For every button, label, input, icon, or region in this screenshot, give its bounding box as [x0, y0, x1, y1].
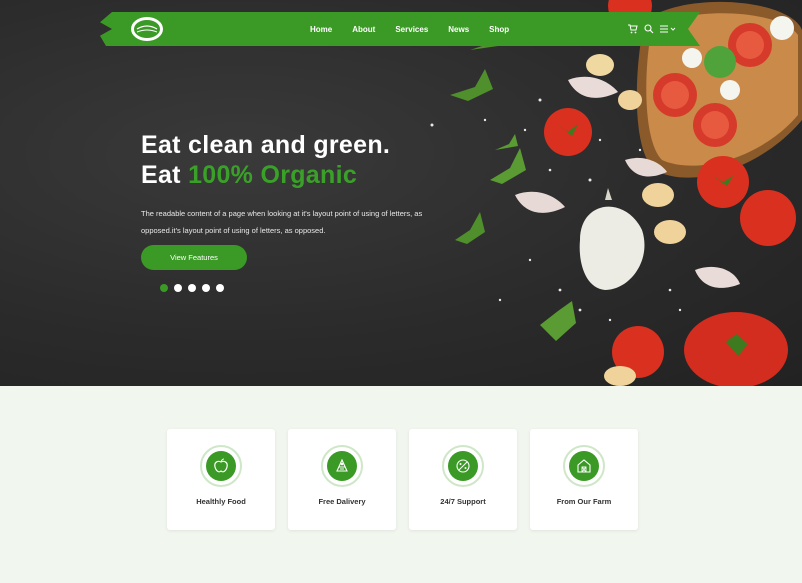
feature-badge — [442, 445, 484, 487]
feature-label: From Our Farm — [556, 497, 612, 506]
search-icon[interactable] — [644, 24, 654, 34]
view-features-button[interactable]: View Features — [141, 245, 247, 270]
slider-dot-3[interactable] — [188, 284, 196, 292]
nav-about[interactable]: About — [342, 25, 385, 34]
slider-dot-1[interactable] — [160, 284, 168, 292]
delivery-icon — [336, 458, 348, 472]
feature-badge — [200, 445, 242, 487]
feature-badge — [563, 445, 605, 487]
slider-dot-4[interactable] — [202, 284, 210, 292]
feature-label: 24/7 Support — [440, 497, 486, 506]
headline-line-2: Eat 100% Organic — [141, 160, 390, 190]
features-section: Healthly Food Free Dalivery 24/7 Support — [167, 429, 638, 530]
headline-line-1: Eat clean and green. — [141, 131, 391, 159]
slider-dot-5[interactable] — [216, 284, 224, 292]
slider-dot-2[interactable] — [174, 284, 182, 292]
nav-home[interactable]: Home — [300, 25, 342, 34]
nav-news[interactable]: News — [438, 25, 479, 34]
cart-icon[interactable] — [628, 24, 638, 34]
brand-logo[interactable] — [130, 16, 164, 42]
slider-dots — [160, 284, 224, 292]
feature-card-support[interactable]: 24/7 Support — [409, 429, 517, 530]
headline-prefix: Eat — [141, 161, 189, 189]
hero-section: Home About Services News Shop Eat clean … — [0, 0, 802, 386]
vegetables-image — [430, 0, 802, 386]
feature-card-free-delivery[interactable]: Free Dalivery — [288, 429, 396, 530]
menu-icon[interactable] — [660, 24, 676, 34]
nav-services[interactable]: Services — [385, 25, 438, 34]
feature-label: Free Dalivery — [318, 497, 366, 506]
feature-card-farm[interactable]: From Our Farm — [530, 429, 638, 530]
hero-headline: Eat clean and green. Eat 100% Organic — [141, 130, 390, 190]
farm-icon — [577, 459, 591, 473]
feature-card-healthy-food[interactable]: Healthly Food — [167, 429, 275, 530]
nav-shop[interactable]: Shop — [479, 25, 519, 34]
main-nav: Home About Services News Shop — [300, 12, 519, 46]
feature-badge — [321, 445, 363, 487]
nav-icons — [628, 12, 676, 46]
headline-highlight: 100% Organic — [188, 161, 358, 189]
support-icon — [456, 459, 470, 473]
hero-description: The readable content of a page when look… — [141, 209, 423, 235]
apple-icon — [214, 458, 228, 473]
feature-label: Healthly Food — [196, 497, 246, 506]
